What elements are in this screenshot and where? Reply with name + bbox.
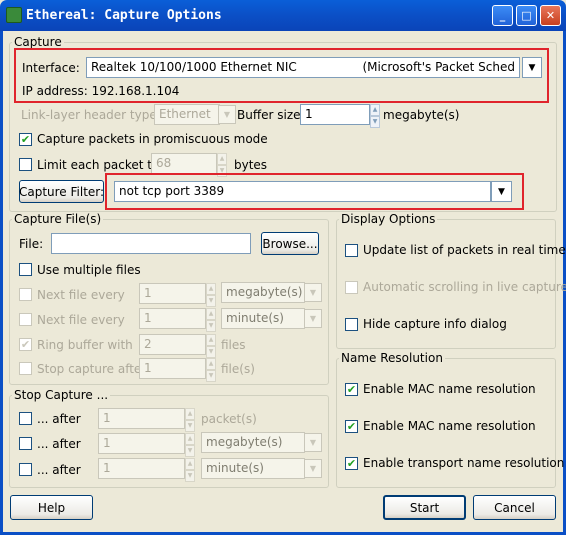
stop-size-unit-select[interactable]: megabyte(s) — [201, 432, 305, 453]
stop-time-unit-select[interactable]: minute(s) — [201, 458, 305, 479]
stop-packets-unit: packet(s) — [201, 412, 257, 426]
transport-resolution-label: Enable transport name resolution — [363, 456, 565, 470]
stop-size-label: ... after — [37, 437, 81, 451]
stop-time-input[interactable]: 1 — [98, 458, 185, 479]
hide-info-label: Hide capture info dialog — [363, 317, 507, 331]
mac-resolution-label: Enable MAC name resolution — [363, 382, 536, 396]
stop-after-files-checkbox[interactable] — [19, 362, 32, 375]
next-file-time-label: Next file every — [37, 313, 125, 327]
browse-button[interactable]: Browse... — [261, 232, 319, 255]
stop-packets-checkbox[interactable] — [19, 412, 32, 425]
capture-legend: Capture — [12, 35, 64, 49]
stop-time-checkbox[interactable] — [19, 463, 32, 476]
file-input[interactable] — [51, 233, 251, 254]
limit-packet-spinner[interactable]: ▲ ▼ — [217, 153, 227, 177]
cancel-button[interactable]: Cancel — [473, 495, 556, 520]
network-resolution-checkbox[interactable]: ✔ — [345, 420, 358, 433]
stop-packets-label: ... after — [37, 412, 81, 426]
limit-packet-unit: bytes — [234, 158, 268, 172]
file-label: File: — [19, 237, 44, 251]
network-resolution-label: Enable MAC name resolution — [363, 419, 536, 433]
stop-time-label: ... after — [37, 463, 81, 477]
buffer-size-unit: megabyte(s) — [383, 108, 460, 122]
next-file-size-label: Next file every — [37, 288, 125, 302]
stop-size-spinner[interactable]: ▲ ▼ — [185, 433, 195, 457]
auto-scroll-checkbox[interactable] — [345, 281, 358, 294]
ring-buffer-label: Ring buffer with — [37, 338, 133, 352]
stop-capture-legend: Stop Capture ... — [12, 388, 111, 402]
display-options-legend: Display Options — [339, 212, 438, 226]
next-file-time-checkbox[interactable] — [19, 313, 32, 326]
hide-info-checkbox[interactable] — [345, 318, 358, 331]
transport-resolution-checkbox[interactable]: ✔ — [345, 457, 358, 470]
limit-packet-checkbox[interactable] — [19, 158, 32, 171]
window-title: Ethereal: Capture Options — [26, 8, 222, 23]
promiscuous-checkbox[interactable]: ✔ — [19, 133, 32, 146]
link-layer-dropdown-arrow-icon[interactable]: ▼ — [218, 105, 236, 124]
link-layer-select[interactable]: Ethernet — [154, 104, 220, 125]
buffer-size-label: Buffer size: — [237, 108, 305, 122]
ring-buffer-unit: files — [221, 338, 246, 352]
capture-files-legend: Capture File(s) — [12, 212, 104, 226]
ring-buffer-checkbox[interactable]: ✔ — [19, 338, 32, 351]
buffer-size-input[interactable]: 1 — [300, 104, 370, 125]
next-file-size-input[interactable]: 1 — [139, 283, 206, 304]
limit-packet-label: Limit each packet to — [37, 158, 160, 172]
buffer-size-spinner[interactable]: ▲ ▼ — [370, 104, 380, 128]
stop-after-files-input[interactable]: 1 — [139, 358, 206, 379]
stop-time-spinner[interactable]: ▲ ▼ — [185, 458, 195, 482]
limit-packet-input[interactable]: 68 — [151, 153, 217, 174]
stop-packets-spinner[interactable]: ▲ ▼ — [185, 408, 195, 432]
promiscuous-label: Capture packets in promiscuous mode — [37, 132, 268, 146]
app-icon — [6, 7, 22, 23]
next-file-size-spinner[interactable]: ▲ ▼ — [206, 283, 216, 307]
next-file-time-input[interactable]: 1 — [139, 308, 206, 329]
stop-size-input[interactable]: 1 — [98, 433, 185, 454]
next-file-time-spinner[interactable]: ▲ ▼ — [206, 308, 216, 332]
stop-size-checkbox[interactable] — [19, 437, 32, 450]
stop-after-files-spinner[interactable]: ▲ ▼ — [206, 358, 216, 382]
ring-buffer-input[interactable]: 2 — [139, 334, 206, 355]
interface-highlight — [14, 48, 549, 103]
next-file-size-dropdown-arrow-icon[interactable]: ▼ — [304, 283, 322, 302]
help-button[interactable]: Help — [10, 495, 93, 520]
maximize-button[interactable]: □ — [516, 5, 537, 26]
next-file-time-unit-select[interactable]: minute(s) — [221, 308, 305, 329]
auto-scroll-label: Automatic scrolling in live capture — [363, 280, 566, 294]
next-file-size-checkbox[interactable] — [19, 288, 32, 301]
capture-filter-button[interactable]: Capture Filter: — [19, 180, 104, 203]
mac-resolution-checkbox[interactable]: ✔ — [345, 383, 358, 396]
update-list-label: Update list of packets in real time — [363, 243, 566, 257]
stop-packets-input[interactable]: 1 — [98, 408, 185, 429]
stop-time-dropdown-arrow-icon[interactable]: ▼ — [304, 459, 322, 478]
filter-highlight — [105, 173, 524, 210]
start-button[interactable]: Start — [383, 495, 466, 520]
name-resolution-legend: Name Resolution — [339, 351, 445, 365]
stop-size-dropdown-arrow-icon[interactable]: ▼ — [304, 433, 322, 452]
multiple-files-label: Use multiple files — [37, 263, 141, 277]
update-list-checkbox[interactable] — [345, 244, 358, 257]
link-layer-label: Link-layer header type: — [21, 108, 161, 122]
next-file-size-unit-select[interactable]: megabyte(s) — [221, 282, 305, 303]
next-file-time-dropdown-arrow-icon[interactable]: ▼ — [304, 309, 322, 328]
ring-buffer-spinner[interactable]: ▲ ▼ — [206, 334, 216, 358]
multiple-files-checkbox[interactable] — [19, 263, 32, 276]
stop-after-files-label: Stop capture after — [37, 362, 147, 376]
close-button[interactable]: ✕ — [540, 5, 561, 26]
minimize-button[interactable]: _ — [492, 5, 513, 26]
stop-after-files-unit: file(s) — [221, 362, 255, 376]
